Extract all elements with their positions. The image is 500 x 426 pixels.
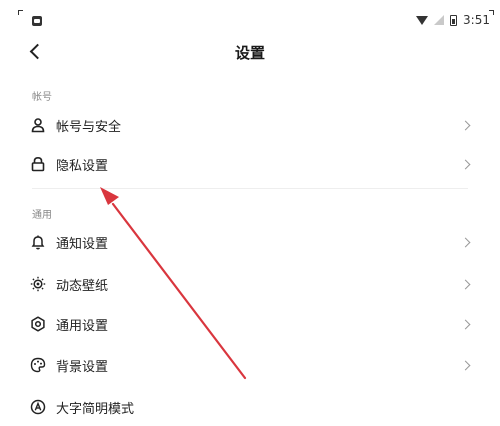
- settings-item-general[interactable]: 通用设置: [0, 305, 500, 343]
- chevron-right-icon: [460, 120, 471, 130]
- chevron-right-icon: [460, 360, 471, 370]
- section-divider: [32, 188, 468, 189]
- settings-item-label: 通知设置: [56, 236, 109, 252]
- chevron-right-icon: [460, 159, 471, 169]
- settings-item-notifications[interactable]: 通知设置: [0, 223, 500, 261]
- chevron-right-icon: [460, 279, 471, 289]
- notification-icon: [32, 16, 42, 26]
- font-mode-icon: [30, 399, 46, 415]
- settings-item-privacy[interactable]: 隐私设置: [0, 145, 500, 183]
- settings-item-label: 通用设置: [56, 318, 109, 334]
- settings-item-dynamic-wallpaper[interactable]: 动态壁纸: [0, 265, 500, 303]
- settings-item-label: 帐号与安全: [56, 119, 122, 135]
- bell-icon: [30, 234, 46, 250]
- settings-item-label: 大字简明模式: [56, 401, 135, 417]
- battery-icon: [450, 14, 458, 26]
- palette-icon: [30, 357, 46, 373]
- section-label-account: 帐号: [32, 92, 52, 103]
- dynamic-wallpaper-icon: [30, 276, 46, 292]
- settings-item-large-font-mode[interactable]: 大字简明模式: [0, 388, 500, 426]
- status-indicators: 3:51: [416, 13, 490, 27]
- lock-icon: [30, 156, 46, 172]
- settings-item-label: 背景设置: [56, 359, 109, 375]
- wifi-icon: [416, 15, 429, 25]
- settings-item-label: 动态壁纸: [56, 278, 109, 294]
- chevron-right-icon: [460, 237, 471, 247]
- status-time: 3:51: [463, 13, 490, 27]
- screenshot-corner-mark: [489, 10, 494, 15]
- settings-item-background[interactable]: 背景设置: [0, 346, 500, 384]
- settings-item-account-security[interactable]: 帐号与安全: [0, 106, 500, 144]
- user-icon: [30, 117, 46, 133]
- page-title: 设置: [234, 44, 265, 62]
- settings-gear-icon: [30, 316, 46, 332]
- status-bar: 3:51: [0, 0, 500, 40]
- section-label-general: 通用: [32, 210, 52, 221]
- settings-item-label: 隐私设置: [56, 158, 109, 174]
- chevron-right-icon: [460, 319, 471, 329]
- screenshot-corner-mark: [18, 10, 23, 15]
- signal-icon: [434, 15, 445, 25]
- top-app-bar: 设置: [0, 36, 500, 70]
